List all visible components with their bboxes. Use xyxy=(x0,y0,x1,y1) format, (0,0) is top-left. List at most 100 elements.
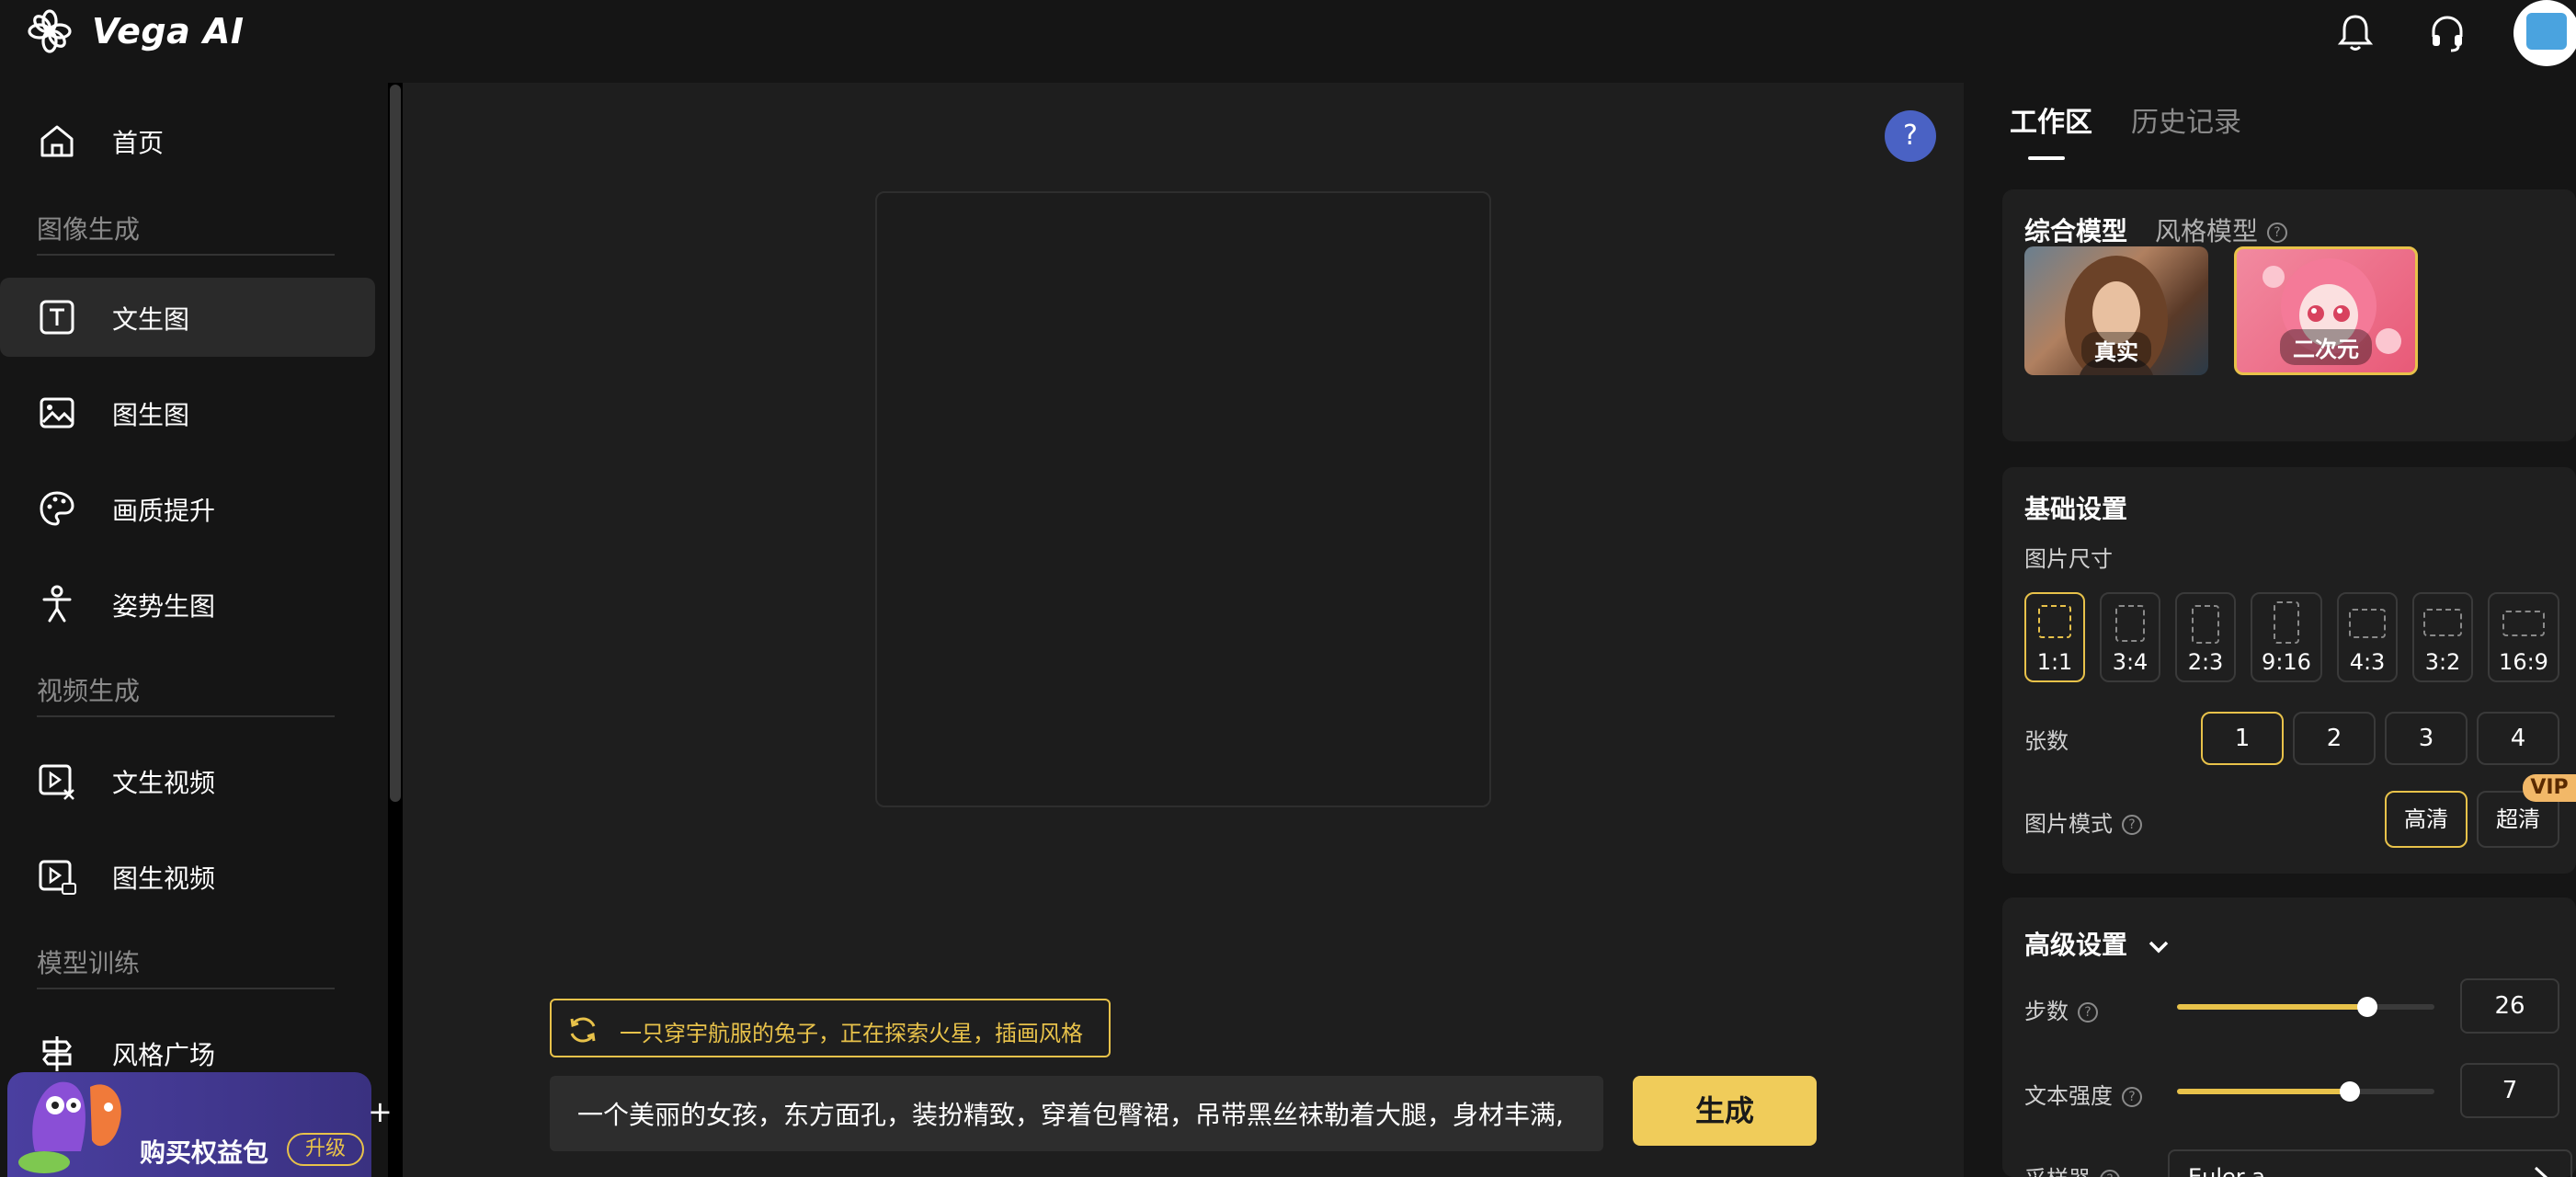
promo-text: 购买权益包 xyxy=(140,1137,269,1168)
model-thumb-realistic[interactable]: 真实 xyxy=(2024,246,2208,375)
headset-icon[interactable] xyxy=(2425,11,2469,55)
prompt-suggestion[interactable]: 一只穿宇航服的兔子，正在探索火星，插画风格 xyxy=(550,999,1111,1057)
advanced-settings-title: 高级设置 xyxy=(2024,930,2128,960)
sidebar-item-image-to-video[interactable]: 图生视频 xyxy=(0,837,375,916)
ratio-label: 1:1 xyxy=(2036,649,2073,675)
sidebar-item-label: 文生视频 xyxy=(112,768,216,798)
ratio-1-1[interactable]: 1:1 xyxy=(2024,592,2085,682)
advanced-settings-toggle[interactable]: 高级设置 xyxy=(2024,925,2171,962)
ratio-label: 3:4 xyxy=(2112,649,2149,675)
question-icon[interactable]: ? xyxy=(2122,1087,2142,1107)
help-button[interactable]: ? xyxy=(1885,110,1936,162)
sidebar-item-label: 图生图 xyxy=(112,400,190,430)
promo-banner[interactable]: 购买权益包 升级 xyxy=(7,1072,371,1177)
sampler-value: Euler a xyxy=(2188,1164,2266,1177)
text-strength-label-text: 文本强度 xyxy=(2024,1083,2113,1109)
ratio-frame-icon xyxy=(2274,601,2299,644)
ratio-frame-icon xyxy=(2038,605,2071,638)
generate-button[interactable]: 生成 xyxy=(1633,1076,1817,1146)
tab-style-model[interactable]: 风格模型? xyxy=(2155,211,2288,248)
ratio-frame-icon xyxy=(2115,605,2145,642)
image-preview-frame xyxy=(875,191,1491,807)
image-size-label: 图片尺寸 xyxy=(2024,546,2113,572)
sidebar-item-home[interactable]: 首页 xyxy=(0,101,375,180)
text-strength-value[interactable]: 7 xyxy=(2460,1063,2559,1118)
ratio-frame-icon xyxy=(2349,609,2386,638)
ratio-3-4[interactable]: 3:4 xyxy=(2100,592,2160,682)
tab-history[interactable]: 历史记录 xyxy=(2131,99,2241,140)
sidebar-item-image-to-image[interactable]: 图生图 xyxy=(0,373,375,452)
count-option-4[interactable]: 4 xyxy=(2477,712,2559,765)
sidebar-item-text-to-image[interactable]: 文生图 xyxy=(0,278,375,357)
sampler-label-text: 采样器 xyxy=(2024,1166,2091,1177)
ratio-label: 16:9 xyxy=(2499,649,2548,675)
plus-icon[interactable]: + xyxy=(368,1094,393,1129)
avatar[interactable] xyxy=(2513,0,2576,66)
pose-figure-icon xyxy=(42,585,72,623)
ratio-frame-icon xyxy=(2423,609,2462,636)
tab-general-model[interactable]: 综合模型 xyxy=(2024,211,2127,248)
count-option-3[interactable]: 3 xyxy=(2385,712,2468,765)
sidebar-item-text-to-video[interactable]: 文生视频 xyxy=(0,741,375,820)
ratio-frame-icon xyxy=(2192,605,2219,644)
sidebar-item-upscale[interactable]: 画质提升 xyxy=(0,469,375,548)
text-strength-label: 文本强度? xyxy=(2024,1078,2142,1110)
sidebar-item-pose[interactable]: 姿势生图 xyxy=(0,565,375,644)
upgrade-button[interactable]: 升级 xyxy=(287,1133,364,1166)
model-thumb-anime[interactable]: 二次元 xyxy=(2234,246,2418,375)
count-option-1[interactable]: 1 xyxy=(2201,712,2284,765)
image-icon xyxy=(40,397,74,429)
top-bar: Vega AI xyxy=(0,0,2576,83)
sampler-select[interactable]: Euler a xyxy=(2168,1149,2572,1177)
steps-value[interactable]: 26 xyxy=(2460,978,2559,1034)
vega-logo-icon xyxy=(28,9,72,53)
text-t-icon xyxy=(40,300,74,335)
tab-style-model-label: 风格模型 xyxy=(2155,216,2259,246)
home-icon xyxy=(40,125,74,157)
section-label-image: 图像生成 xyxy=(37,214,141,245)
section-divider xyxy=(37,254,335,256)
steps-slider[interactable] xyxy=(2177,997,2434,1017)
section-divider xyxy=(37,715,335,717)
ratio-label: 3:2 xyxy=(2424,649,2461,675)
ratio-2-3[interactable]: 2:3 xyxy=(2175,592,2236,682)
sidebar-item-label: 图生视频 xyxy=(112,863,216,894)
steps-label: 步数? xyxy=(2024,993,2098,1025)
prompt-input[interactable] xyxy=(550,1076,1603,1151)
model-label: 真实 xyxy=(2081,332,2151,368)
ratio-4-3[interactable]: 4:3 xyxy=(2337,592,2398,682)
sampler-label: 采样器? xyxy=(2024,1160,2120,1177)
question-icon[interactable]: ? xyxy=(2122,815,2142,835)
question-icon[interactable]: ? xyxy=(2267,223,2288,243)
bell-icon[interactable] xyxy=(2333,11,2377,55)
tab-underline xyxy=(2028,156,2065,160)
question-icon[interactable]: ? xyxy=(2078,1002,2098,1023)
sidebar-scrollbar-thumb[interactable] xyxy=(390,85,401,802)
tab-workspace[interactable]: 工作区 xyxy=(2010,99,2092,140)
ratio-3-2[interactable]: 3:2 xyxy=(2412,592,2473,682)
text-strength-slider[interactable] xyxy=(2177,1081,2434,1102)
section-divider xyxy=(37,988,335,989)
text-strength-slider-handle[interactable] xyxy=(2339,1081,2360,1102)
ratio-label: 4:3 xyxy=(2349,649,2386,675)
ratio-16-9[interactable]: 16:9 xyxy=(2488,592,2559,682)
chevron-right-icon xyxy=(2534,1166,2548,1177)
ratio-frame-icon xyxy=(2502,611,2545,636)
sidebar-item-label: 画质提升 xyxy=(112,496,216,526)
suggestion-text: 一只穿宇航服的兔子，正在探索火星，插画风格 xyxy=(620,1021,1083,1046)
image-mode-label: 图片模式? xyxy=(2024,806,2142,838)
mode-hd[interactable]: 高清 xyxy=(2385,791,2468,848)
vip-badge: VIP xyxy=(2523,774,2576,802)
ratio-label: 9:16 xyxy=(2262,649,2311,675)
question-icon[interactable]: ? xyxy=(2100,1170,2120,1177)
refresh-icon[interactable] xyxy=(566,1013,599,1046)
section-label-video: 视频生成 xyxy=(37,676,141,706)
text-video-icon xyxy=(39,764,74,800)
ratio-label: 2:3 xyxy=(2187,649,2224,675)
avatar-face-icon xyxy=(2526,13,2567,50)
count-option-2[interactable]: 2 xyxy=(2293,712,2376,765)
image-mode-label-text: 图片模式 xyxy=(2024,811,2113,837)
basic-settings-title: 基础设置 xyxy=(2024,494,2128,524)
ratio-9-16[interactable]: 9:16 xyxy=(2251,592,2322,682)
image-video-icon xyxy=(39,860,76,895)
